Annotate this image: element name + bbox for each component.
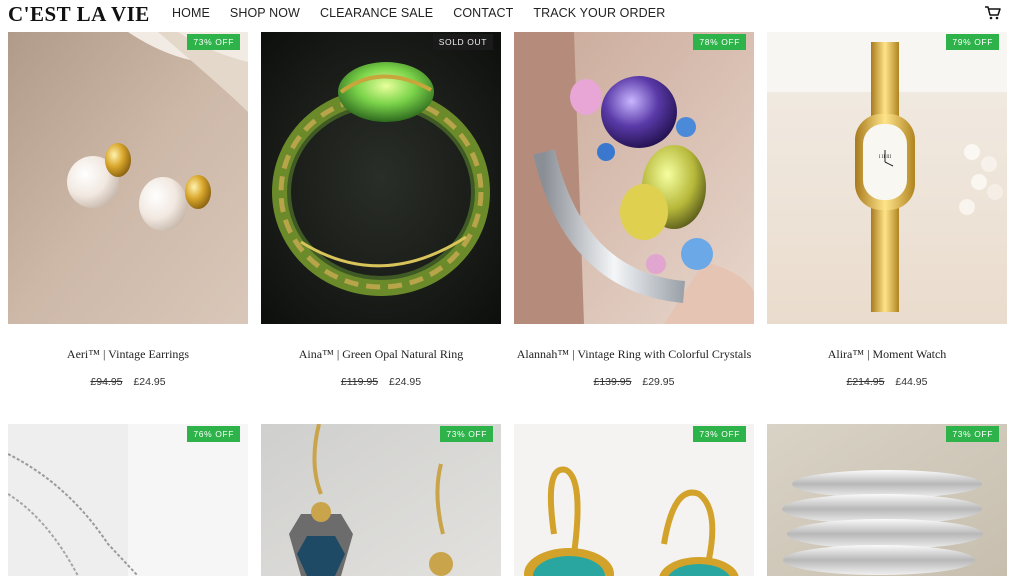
- nav-clearance-sale[interactable]: CLEARANCE SALE: [320, 6, 433, 20]
- site-header: C'EST LA VIE HOME SHOP NOW CLEARANCE SAL…: [0, 0, 1024, 28]
- discount-badge: 78% OFF: [693, 34, 746, 50]
- main-nav: HOME SHOP NOW CLEARANCE SALE CONTACT TRA…: [172, 6, 685, 20]
- product-title[interactable]: Alira™ | Moment Watch: [767, 348, 1007, 360]
- product-image-pearl-earrings[interactable]: 73% OFF: [8, 32, 248, 324]
- nav-shop-now[interactable]: SHOP NOW: [230, 6, 300, 20]
- product-title[interactable]: Aeri™ | Vintage Earrings: [8, 348, 248, 360]
- product-image-gold-watch[interactable]: I II III 79% OFF: [767, 32, 1007, 324]
- sale-price: £44.95: [895, 376, 928, 388]
- discount-badge: 76% OFF: [187, 426, 240, 442]
- nav-track-your-order[interactable]: TRACK YOUR ORDER: [533, 6, 665, 20]
- sale-price: £24.95: [133, 376, 166, 388]
- cart-icon[interactable]: [984, 5, 1002, 21]
- old-price: £139.95: [593, 376, 632, 388]
- price-row: £94.95 £24.95: [8, 376, 248, 388]
- product-image-crystal-ring[interactable]: 78% OFF: [514, 32, 754, 324]
- nav-home[interactable]: HOME: [172, 6, 210, 20]
- sale-price: £29.95: [642, 376, 675, 388]
- site-logo[interactable]: C'EST LA VIE: [8, 2, 150, 27]
- nav-contact[interactable]: CONTACT: [453, 6, 513, 20]
- price-row: £139.95 £29.95: [514, 376, 754, 388]
- discount-badge: 79% OFF: [946, 34, 999, 50]
- product-image-sapphire-earrings[interactable]: 73% OFF: [261, 424, 501, 576]
- sale-price: £24.95: [388, 376, 422, 388]
- discount-badge: 73% OFF: [693, 426, 746, 442]
- sold-out-badge: SOLD OUT: [432, 34, 493, 50]
- product-image-turquoise-earrings[interactable]: 73% OFF: [514, 424, 754, 576]
- product-image-silver-wrap-ring[interactable]: 73% OFF: [767, 424, 1007, 576]
- price-row: £214.95 £44.95: [767, 376, 1007, 388]
- discount-badge: 73% OFF: [187, 34, 240, 50]
- price-row: £119.95 £24.95: [261, 376, 501, 388]
- product-title[interactable]: Alannah™ | Vintage Ring with Colorful Cr…: [514, 348, 754, 360]
- old-price: £119.95: [340, 376, 379, 388]
- product-image-silver-necklace[interactable]: 76% OFF: [8, 424, 248, 576]
- product-title[interactable]: Aina™ | Green Opal Natural Ring: [261, 348, 501, 360]
- discount-badge: 73% OFF: [440, 426, 493, 442]
- product-image-green-opal-ring[interactable]: SOLD OUT: [261, 32, 501, 324]
- old-price: £214.95: [846, 376, 885, 388]
- discount-badge: 73% OFF: [946, 426, 999, 442]
- old-price: £94.95: [90, 376, 123, 388]
